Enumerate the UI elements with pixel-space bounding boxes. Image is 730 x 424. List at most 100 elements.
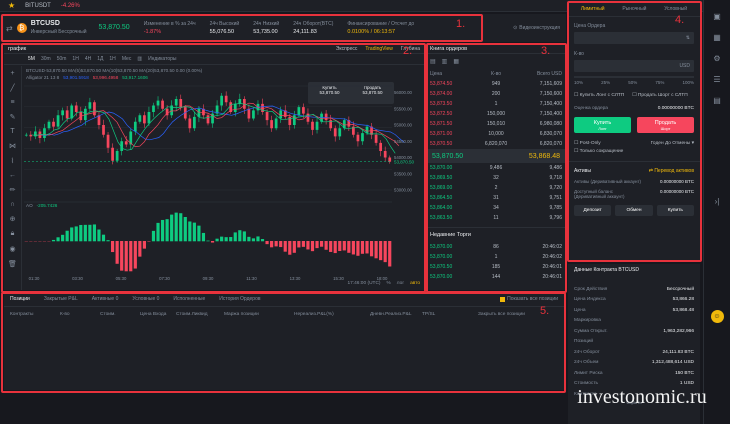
tab-conditional[interactable]: Условные 0 (132, 296, 159, 302)
book-row[interactable]: 53,870.00 144 20:46:01 (426, 272, 566, 282)
pct-50[interactable]: 50% (628, 80, 637, 85)
tab-positions[interactable]: Позиции (10, 296, 30, 302)
book-row[interactable]: 53,871.50 150,010 6,980,080 (426, 119, 566, 129)
reduce-only-checkbox[interactable]: ☐ Только сокращение (568, 146, 700, 157)
tab-limit[interactable]: Лимитный (581, 6, 605, 12)
book-row[interactable]: 53,874.00 200 7,150,600 (426, 89, 566, 99)
layout-icon[interactable]: ▣ (713, 12, 721, 21)
exchange-button[interactable]: Обмен (615, 205, 653, 216)
deposit-button[interactable]: Депозит (574, 205, 612, 216)
grid-icon[interactable]: ▦ (713, 33, 721, 42)
sell-short-button[interactable]: Продать Шорт (637, 117, 694, 133)
zoom-icon[interactable]: ⊕ (10, 215, 16, 223)
tif-select[interactable]: Годен До Отмены ▾ (651, 141, 694, 146)
video-guide[interactable]: ⊙ Видеоинструкция (513, 25, 560, 31)
eye-icon[interactable]: ◉ (9, 245, 15, 253)
transfer-link[interactable]: ⇄ Перевод активов (649, 168, 694, 174)
book-both-icon[interactable]: ▤ (430, 58, 436, 65)
ruler-icon[interactable]: ⌇ (11, 157, 14, 165)
auto-toggle[interactable]: авто (410, 281, 420, 286)
buy-crypto-button[interactable]: Купить (656, 205, 694, 216)
stat-label: 24ч Оборот(BTC) (293, 21, 334, 27)
calculator-icon[interactable]: ▤ (713, 96, 721, 105)
star-icon[interactable]: ★ (8, 1, 15, 10)
settings-icon[interactable]: ⚙ (713, 54, 720, 63)
text-icon[interactable]: T (10, 128, 14, 135)
crosshair-icon[interactable]: + (10, 70, 14, 77)
tab-filled[interactable]: Исполненные (173, 296, 205, 302)
brush-icon[interactable]: ✎ (10, 113, 16, 121)
indicators-button[interactable]: Индикаторы (148, 56, 176, 62)
book-row[interactable]: 53,870.00 9,486 9,486 (426, 163, 566, 173)
tab-market[interactable]: Рыночный (622, 6, 646, 12)
book-row[interactable]: 53,869.50 32 9,718 (426, 173, 566, 183)
tf-1mo[interactable]: Мес (122, 56, 132, 62)
log-toggle[interactable]: лог (397, 281, 404, 286)
tf-30m[interactable]: 30m (41, 56, 51, 62)
trash-icon[interactable]: 🗑︎ (8, 260, 17, 268)
back-icon[interactable]: ← (9, 172, 16, 179)
tp-short-checkbox[interactable]: ☐ Продать Шорт с СЛТП (632, 93, 687, 98)
show-all-positions[interactable]: Показать все позиции (500, 296, 558, 302)
pct-25[interactable]: 25% (601, 80, 610, 85)
ao-bar (265, 241, 269, 245)
magnet-icon[interactable]: ∩ (10, 201, 15, 208)
tab-conditional-order[interactable]: Условный (664, 6, 687, 12)
lines-icon[interactable]: ≡ (10, 99, 14, 106)
book-row[interactable]: 53,864.50 31 9,751 (426, 193, 566, 203)
tab-closed-pnl[interactable]: Закрытые P&L (44, 296, 78, 302)
buy-long-button[interactable]: Купить Лонг (574, 117, 631, 133)
view-tradingview[interactable]: TradingView (365, 46, 393, 52)
price-input[interactable]: ⇅ (574, 32, 694, 44)
swap-arrows-icon[interactable]: ⇅ (686, 35, 690, 41)
qty-input[interactable]: USD (574, 60, 694, 72)
book-bids-icon[interactable]: ▥ (442, 58, 448, 65)
book-row[interactable]: 53,870.50 185 20:46:01 (426, 262, 566, 272)
price-chart[interactable]: 53,870.50 56000.00 55500.00 55000.00 54500.0… (24, 66, 424, 290)
tp-long-checkbox[interactable]: ☐ Купить Лонг с СЛТП (574, 93, 624, 98)
book-row[interactable]: 53,870.00 86 20:46:02 (426, 242, 566, 252)
candle-type-icon[interactable]: ▥ (137, 56, 142, 62)
info-key: Цена Индекса (574, 297, 606, 303)
view-express[interactable]: Экспресс (336, 46, 358, 52)
list-icon[interactable]: ☰ (713, 75, 720, 84)
tf-4h[interactable]: 4H (85, 56, 91, 62)
tf-5m[interactable]: 5M (28, 56, 35, 62)
book-row[interactable]: 53,870.50 6,820,070 6,820,070 (426, 139, 566, 149)
book-row[interactable]: 53,874.50 949 7,151,609 (426, 79, 566, 89)
book-row[interactable]: 53,872.50 150,000 7,150,400 (426, 109, 566, 119)
symbol-name[interactable]: BTCUSD (31, 20, 87, 28)
tf-50m[interactable]: 50m (57, 56, 67, 62)
book-qty: 34 (493, 205, 499, 211)
book-row[interactable]: 53,869.00 2 9,720 (426, 183, 566, 193)
tf-1w[interactable]: 1Н (109, 56, 115, 62)
pattern-icon[interactable]: ⋈ (9, 142, 16, 150)
pct-75[interactable]: 75% (655, 80, 664, 85)
ao-bar (224, 237, 228, 242)
pct-10[interactable]: 10% (574, 80, 583, 85)
tab-active[interactable]: Активные 0 (92, 296, 119, 302)
tab-order-history[interactable]: История Ордеров (219, 296, 260, 302)
book-row[interactable]: 53,873.50 1 7,150,400 (426, 99, 566, 109)
pct-toggle[interactable]: % (387, 281, 391, 286)
post-only-checkbox[interactable]: ☐ Post-Only (574, 141, 601, 146)
account-label: Активы (Деривативный аккаунт) (574, 179, 642, 184)
tf-1d[interactable]: 1Д (97, 56, 103, 62)
book-row[interactable]: 53,864.00 34 9,785 (426, 203, 566, 213)
collapse-icon[interactable]: ›| (715, 197, 720, 206)
book-row[interactable]: 53,870.00 1 20:46:02 (426, 252, 566, 262)
book-row[interactable]: 53,871.00 10,000 6,830,070 (426, 129, 566, 139)
lock-icon[interactable]: 🔒︎ (11, 230, 15, 238)
pct-100[interactable]: 100% (682, 80, 694, 85)
close-all-button[interactable]: Закрыть все позиции (478, 312, 525, 317)
book-row[interactable]: 53,863.50 11 9,796 (426, 213, 566, 223)
book-asks-icon[interactable]: ▦ (453, 58, 459, 65)
pencil-icon[interactable]: ✏ (10, 186, 16, 194)
tf-1h[interactable]: 1H (72, 56, 78, 62)
trendline-icon[interactable]: ╱ (10, 84, 14, 92)
swap-icon[interactable]: ⇄ (6, 24, 13, 33)
candle-body (324, 113, 328, 121)
book-price: 53,871.50 (430, 121, 453, 127)
ticker-symbol[interactable]: BITUSDT (25, 3, 51, 9)
support-chat-icon[interactable]: ☺ (710, 310, 724, 323)
